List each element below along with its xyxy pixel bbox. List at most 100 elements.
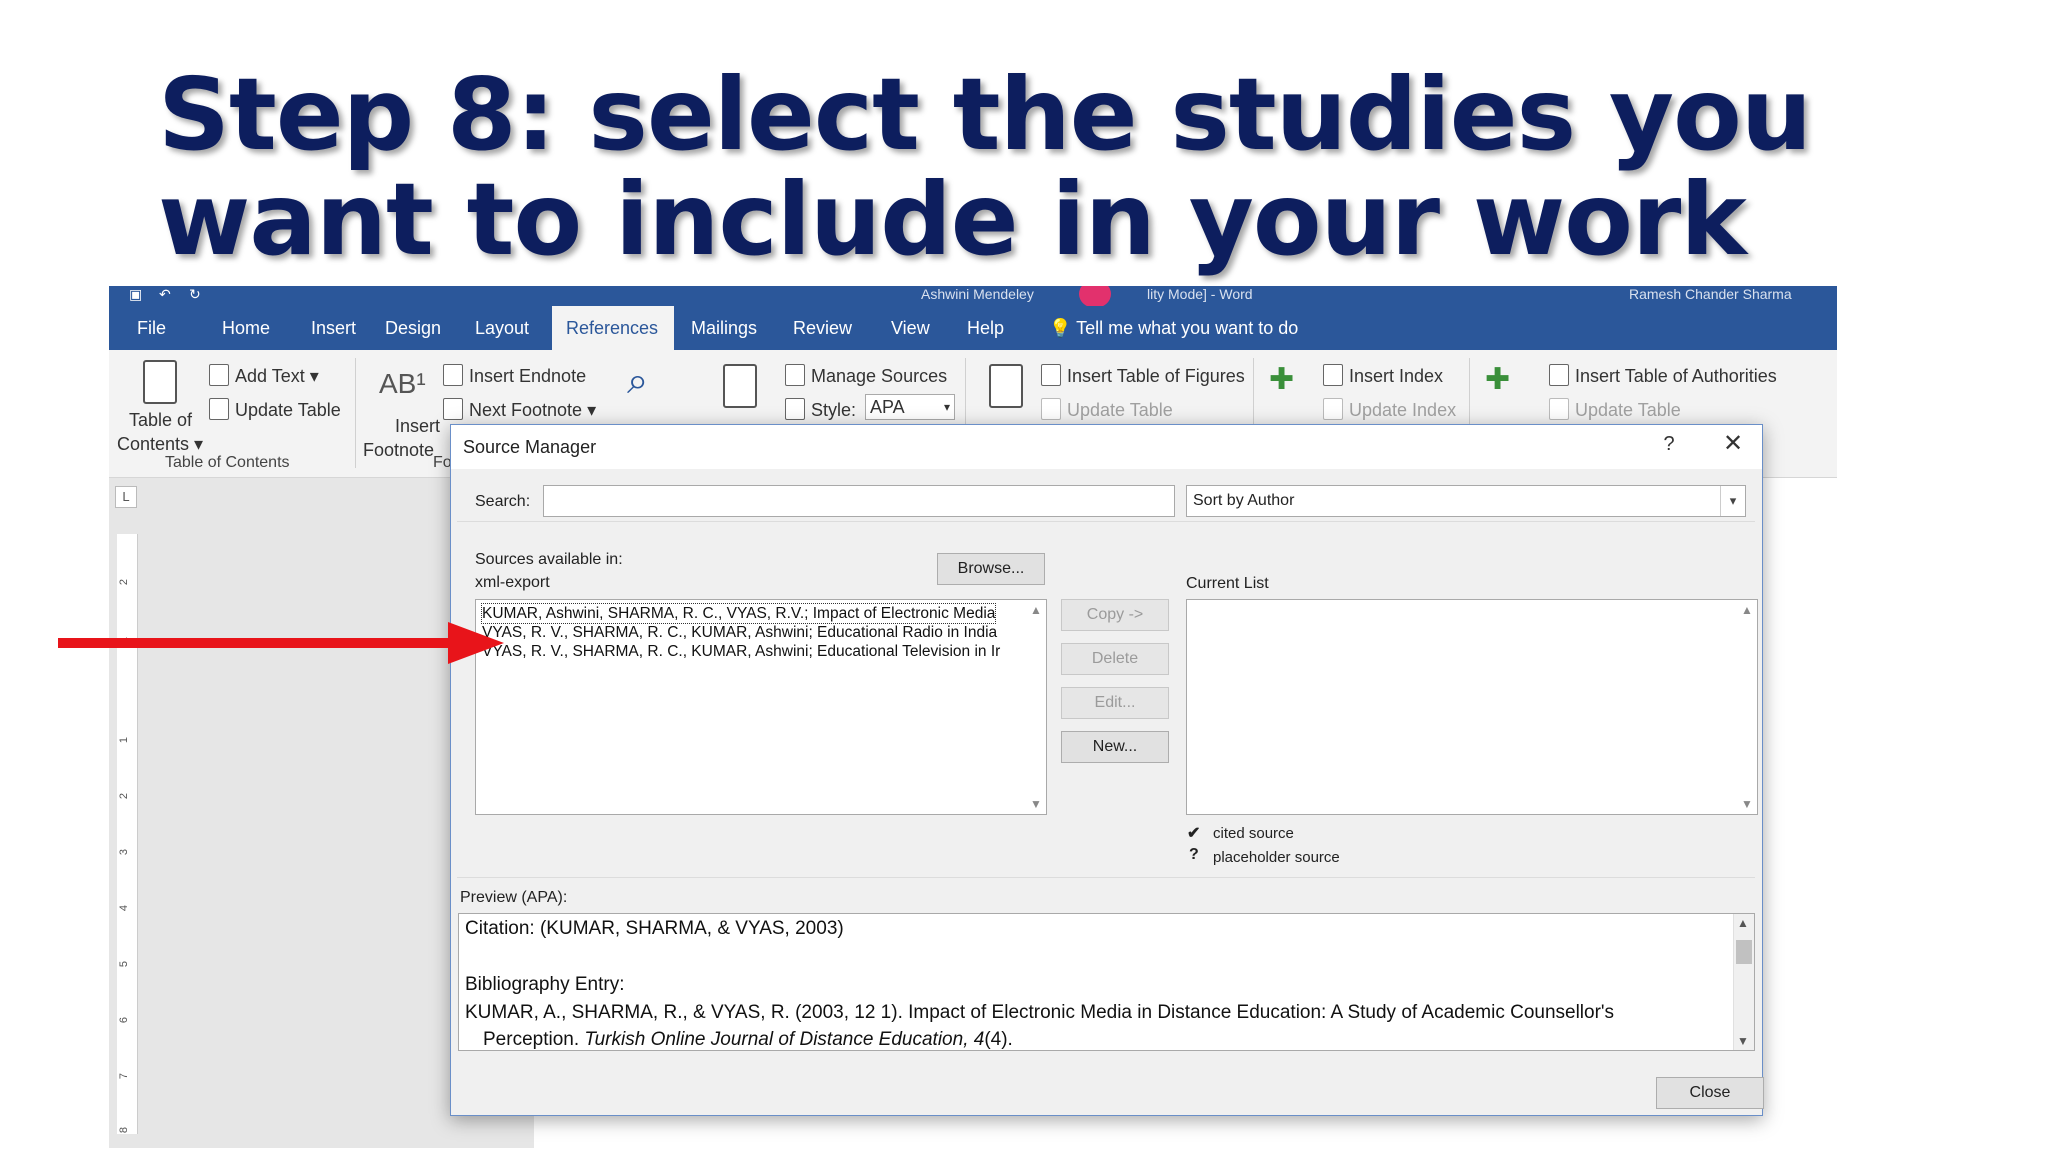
- titlebar-user: Ramesh Chander Sharma: [1629, 286, 1792, 302]
- insert-footnote-line2[interactable]: Footnote: [363, 440, 434, 461]
- chevron-up-icon[interactable]: ▲: [1028, 602, 1044, 618]
- close-icon[interactable]: ✕: [1713, 429, 1753, 458]
- mark-citation-icon[interactable]: ✚: [1485, 362, 1510, 397]
- ruler-number: 6: [118, 1016, 131, 1024]
- preview-scrollbar[interactable]: ▲ ▼: [1733, 914, 1754, 1050]
- chevron-down-icon[interactable]: ▼: [1028, 796, 1044, 812]
- ruler-number: 4: [118, 904, 131, 912]
- ribbon-tabs: File Home Insert Design Layout Reference…: [109, 306, 1837, 350]
- insert-endnote-icon: [443, 364, 463, 386]
- copy-button[interactable]: Copy ->: [1061, 599, 1169, 631]
- redo-icon[interactable]: ↻: [189, 286, 201, 303]
- preview-bibliography-line1: KUMAR, A., SHARMA, R., & VYAS, R. (2003,…: [465, 1002, 1615, 1023]
- tab-file[interactable]: File: [123, 306, 180, 350]
- insert-footnote-line1[interactable]: Insert: [395, 416, 440, 437]
- tab-design[interactable]: Design: [371, 306, 455, 350]
- ruler-number: 5: [118, 960, 131, 968]
- search-label: Search:: [475, 493, 531, 510]
- group-label-toc: Table of Contents: [165, 454, 290, 471]
- current-list[interactable]: ▲ ▼: [1186, 599, 1758, 815]
- update-table-icon: [1549, 398, 1569, 420]
- ruler-number: 3: [118, 848, 131, 856]
- list-item[interactable]: VYAS, R. V., SHARMA, R. C., KUMAR, Ashwi…: [482, 623, 997, 642]
- insert-table-of-figures-button[interactable]: Insert Table of Figures: [1041, 364, 1245, 387]
- ruler-number: 8: [118, 1126, 131, 1134]
- scrollbar-thumb[interactable]: [1736, 940, 1752, 964]
- style-label: Style:: [785, 398, 856, 421]
- delete-button[interactable]: Delete: [1061, 643, 1169, 675]
- lightbulb-icon: 💡: [1049, 318, 1072, 338]
- check-icon: ✔: [1187, 825, 1201, 842]
- tab-layout[interactable]: Layout: [461, 306, 543, 350]
- sort-value: Sort by Author: [1193, 492, 1295, 509]
- tab-mailings[interactable]: Mailings: [677, 306, 771, 350]
- insert-index-button[interactable]: Insert Index: [1323, 364, 1443, 387]
- chevron-down-icon[interactable]: ▾: [1720, 486, 1745, 516]
- master-list[interactable]: KUMAR, Ashwini, SHARMA, R. C., VYAS, R.V…: [475, 599, 1047, 815]
- new-button[interactable]: New...: [1061, 731, 1169, 763]
- insert-endnote-button[interactable]: Insert Endnote: [443, 364, 586, 387]
- preview-bibliography-label: Bibliography Entry:: [465, 974, 625, 995]
- list-item[interactable]: VYAS, R. V., SHARMA, R. C., KUMAR, Ashwi…: [482, 642, 1000, 661]
- insert-citation-icon[interactable]: [723, 364, 757, 408]
- edit-button[interactable]: Edit...: [1061, 687, 1169, 719]
- titlebar-addin: Ashwini Mendeley: [921, 286, 1034, 302]
- chevron-up-icon[interactable]: ▲: [1737, 916, 1749, 930]
- ruler-number: 2: [118, 578, 131, 586]
- tab-references[interactable]: References: [552, 306, 674, 350]
- dialog-title: Source Manager: [463, 437, 597, 457]
- preview-box: Citation: (KUMAR, SHARMA, & VYAS, 2003) …: [458, 913, 1755, 1051]
- add-text-button[interactable]: Add Text ▾: [209, 364, 319, 387]
- tab-home[interactable]: Home: [208, 306, 284, 350]
- question-icon: ?: [1189, 846, 1199, 863]
- tab-insert[interactable]: Insert: [297, 306, 370, 350]
- list-item[interactable]: KUMAR, Ashwini, SHARMA, R. C., VYAS, R.V…: [480, 603, 997, 624]
- arrow-shaft: [58, 638, 458, 648]
- source-manager-dialog: Source Manager ? ✕ Search: Sort by Autho…: [450, 424, 1764, 1116]
- search-input[interactable]: [543, 485, 1175, 517]
- tell-me-text: Tell me what you want to do: [1076, 318, 1299, 338]
- manage-sources-button[interactable]: Manage Sources: [785, 364, 947, 387]
- red-arrow-icon: [58, 622, 504, 664]
- style-dropdown[interactable]: APA ▾: [865, 394, 955, 420]
- browse-button[interactable]: Browse...: [937, 553, 1045, 585]
- divider: [457, 521, 1755, 522]
- update-table-icon: [209, 398, 229, 420]
- tab-help[interactable]: Help: [953, 306, 1018, 350]
- mendeley-icon[interactable]: [1079, 286, 1111, 308]
- sort-dropdown[interactable]: Sort by Author ▾: [1186, 485, 1746, 517]
- update-index-button[interactable]: Update Index: [1323, 398, 1456, 421]
- chevron-up-icon[interactable]: ▲: [1739, 602, 1755, 618]
- current-list-label: Current List: [1186, 575, 1269, 592]
- tell-me-box[interactable]: 💡 Tell me what you want to do: [1035, 306, 1312, 350]
- tab-review[interactable]: Review: [779, 306, 866, 350]
- update-table-captions-button[interactable]: Update Table: [1041, 398, 1173, 421]
- chevron-down-icon[interactable]: ▼: [1739, 796, 1755, 812]
- help-icon[interactable]: ?: [1654, 433, 1684, 456]
- update-table-button[interactable]: Update Table: [209, 398, 341, 421]
- preview-label: Preview (APA):: [460, 889, 568, 906]
- mark-entry-icon[interactable]: ✚: [1269, 362, 1294, 397]
- manage-sources-icon: [785, 364, 805, 386]
- ruler-number: 1: [118, 736, 131, 744]
- smart-lookup-icon[interactable]: ⌕: [627, 360, 648, 403]
- tab-selector[interactable]: L: [115, 486, 137, 508]
- update-index-icon: [1323, 398, 1343, 420]
- sources-location: xml-export: [475, 574, 550, 591]
- save-icon[interactable]: ▣: [129, 286, 142, 303]
- close-button[interactable]: Close: [1656, 1077, 1764, 1109]
- tab-view[interactable]: View: [877, 306, 944, 350]
- chevron-down-icon[interactable]: ▼: [1737, 1034, 1749, 1048]
- preview-citation: Citation: (KUMAR, SHARMA, & VYAS, 2003): [465, 918, 844, 939]
- slide-title: Step 8: select the studies you want to i…: [158, 56, 1812, 278]
- ruler-number: 2: [118, 792, 131, 800]
- next-footnote-button[interactable]: Next Footnote ▾: [443, 398, 596, 421]
- undo-icon[interactable]: ↶: [159, 286, 171, 303]
- toc-button-line2[interactable]: Contents ▾: [117, 434, 203, 455]
- toc-button-line1[interactable]: Table of: [129, 410, 192, 431]
- update-table-authorities-button[interactable]: Update Table: [1549, 398, 1681, 421]
- group-label-footnotes: Fo: [433, 454, 452, 471]
- titlebar-document: lity Mode] - Word: [1147, 286, 1253, 302]
- insert-caption-icon[interactable]: [989, 364, 1023, 408]
- insert-table-of-authorities-button[interactable]: Insert Table of Authorities: [1549, 364, 1777, 387]
